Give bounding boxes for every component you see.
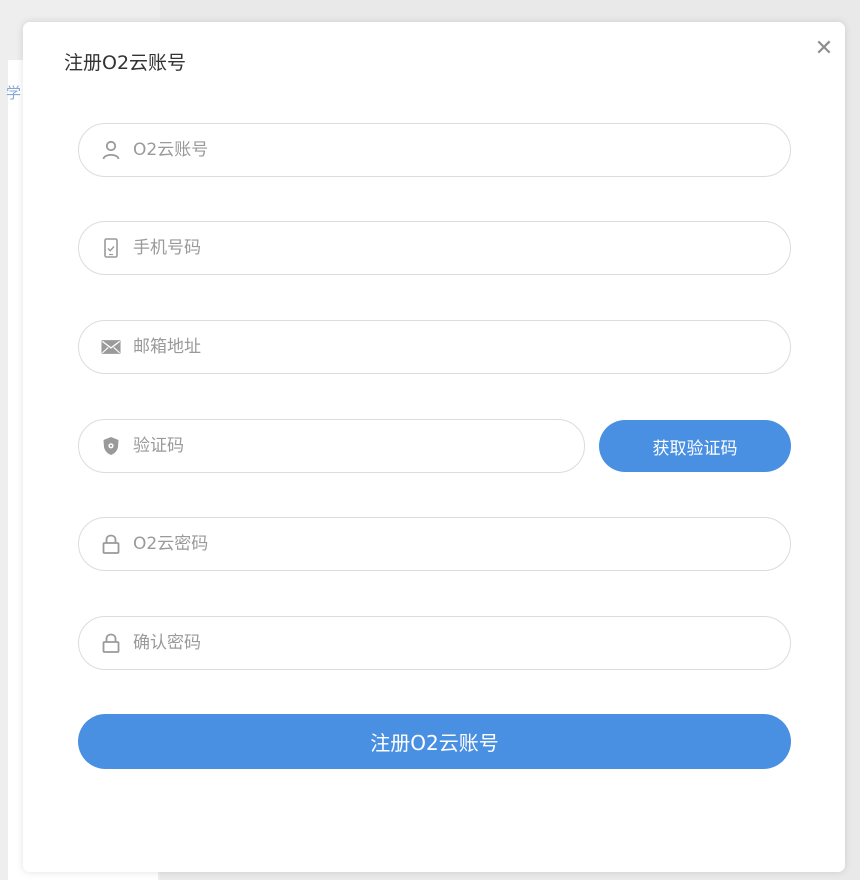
phone-field[interactable]: [78, 221, 791, 275]
account-field[interactable]: [78, 123, 791, 177]
account-input[interactable]: [133, 135, 790, 165]
email-input[interactable]: [133, 332, 790, 362]
background-text-fragment: 学: [6, 84, 22, 102]
confirm-password-field[interactable]: [78, 616, 791, 670]
lock-icon: [101, 534, 121, 554]
verification-code-input[interactable]: [133, 431, 584, 461]
email-field[interactable]: [78, 320, 791, 374]
shield-icon: [101, 436, 121, 456]
password-field[interactable]: [78, 517, 791, 571]
password-input[interactable]: [133, 529, 790, 559]
close-button[interactable]: ✕: [813, 38, 835, 60]
verification-code-field[interactable]: [78, 419, 585, 473]
mobile-phone-icon: [101, 238, 121, 258]
register-dialog: 注册O2云账号 ✕ O2云账号 手机号码 邮箱地址 验证码 获取验证码 注册O2…: [23, 22, 845, 872]
register-button[interactable]: 注册O2云账号: [78, 714, 791, 769]
user-icon: [101, 140, 121, 160]
confirm-password-input[interactable]: [133, 628, 790, 658]
get-code-button[interactable]: 获取验证码: [599, 420, 791, 472]
phone-input[interactable]: [133, 233, 790, 263]
close-icon: ✕: [814, 36, 834, 61]
dialog-title: 注册O2云账号: [64, 52, 187, 74]
lock-icon: [101, 633, 121, 653]
envelope-icon: [101, 337, 121, 357]
